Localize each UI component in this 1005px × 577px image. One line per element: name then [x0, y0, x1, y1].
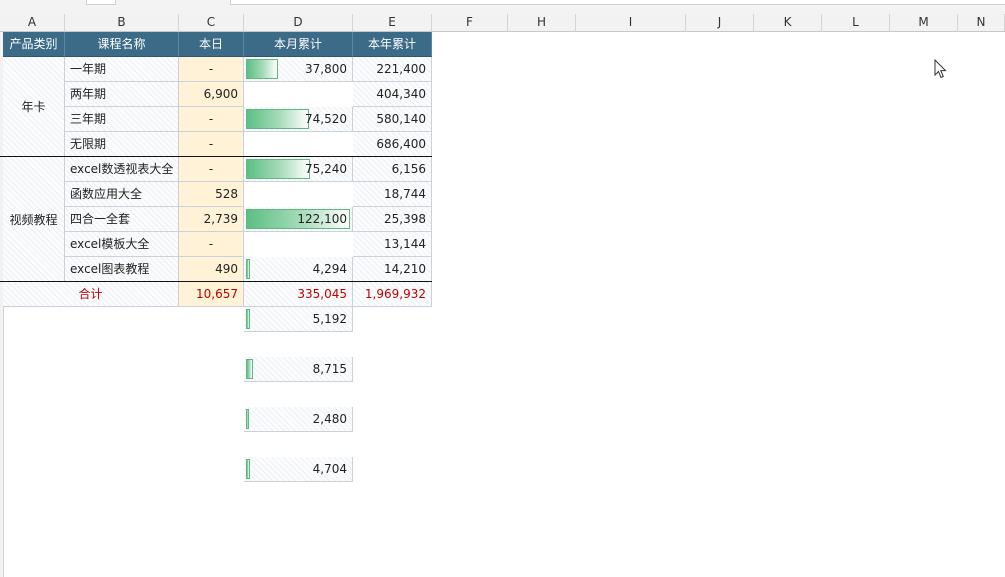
month-total-cell[interactable]: 4,294	[244, 257, 353, 282]
data-bar	[246, 159, 310, 179]
year-total-cell[interactable]: 6,156	[353, 157, 432, 182]
today-cell[interactable]: -	[179, 157, 244, 182]
today-cell[interactable]: 6,900	[179, 82, 244, 107]
month-total-value: 37,800	[305, 62, 347, 76]
header-course[interactable]: 课程名称	[65, 32, 179, 57]
year-total-cell[interactable]: 404,340	[353, 82, 432, 107]
month-total-value: 4,294	[312, 262, 347, 276]
total-month[interactable]: 335,045	[244, 282, 353, 307]
column-header-f[interactable]: F	[432, 14, 508, 32]
month-total-value: 75,240	[305, 162, 347, 176]
month-total-cell[interactable]: 122,100	[244, 207, 353, 232]
data-bar	[246, 309, 250, 329]
column-header-b[interactable]: B	[65, 14, 179, 32]
column-header-a[interactable]: A	[0, 14, 65, 32]
column-header-k[interactable]: K	[754, 14, 822, 32]
today-cell[interactable]: 2,739	[179, 207, 244, 232]
column-header-j[interactable]: J	[686, 14, 754, 32]
year-total-cell[interactable]: 13,144	[353, 232, 432, 257]
month-total-cell[interactable]: 74,520	[244, 107, 353, 132]
today-cell[interactable]: -	[179, 232, 244, 257]
month-total-value: 122,100	[297, 212, 347, 226]
total-year[interactable]: 1,969,932	[353, 282, 432, 307]
formula-area[interactable]	[230, 0, 1005, 5]
data-bar	[246, 259, 250, 279]
month-total-value: 4,704	[312, 462, 347, 476]
month-total-value: 2,480	[312, 412, 347, 426]
today-cell[interactable]: -	[179, 132, 244, 157]
month-total-cell[interactable]: 5,192	[244, 307, 353, 332]
month-total-value: 8,715	[312, 362, 347, 376]
group-cell-video-course[interactable]: 视频教程	[3, 157, 65, 282]
header-month-total[interactable]: 本月累计	[244, 32, 353, 57]
top-toolbar-strip	[0, 0, 1005, 15]
today-cell[interactable]: 490	[179, 257, 244, 282]
total-today[interactable]: 10,657	[179, 282, 244, 307]
year-total-cell[interactable]: 221,400	[353, 57, 432, 82]
data-bar	[246, 459, 250, 479]
course-name-cell[interactable]: 两年期	[65, 82, 179, 107]
course-name-cell[interactable]: excel模板大全	[65, 232, 179, 257]
year-total-cell[interactable]: 686,400	[353, 132, 432, 157]
column-header-e[interactable]: E	[353, 14, 432, 32]
year-total-cell[interactable]: 18,744	[353, 182, 432, 207]
data-bar	[246, 109, 309, 129]
today-cell[interactable]: -	[179, 107, 244, 132]
course-name-cell[interactable]: excel图表教程	[65, 257, 179, 282]
month-total-value: 5,192	[312, 312, 347, 326]
header-today[interactable]: 本日	[179, 32, 244, 57]
month-total-cell[interactable]: 37,800	[244, 57, 353, 82]
course-name-cell[interactable]: 一年期	[65, 57, 179, 82]
group-cell-annual-card[interactable]: 年卡	[3, 57, 65, 157]
course-name-cell[interactable]: 四合一全套	[65, 207, 179, 232]
year-total-cell[interactable]: 25,398	[353, 207, 432, 232]
month-total-cell[interactable]: 8,715	[244, 357, 353, 382]
column-header-m[interactable]: M	[890, 14, 958, 32]
column-header-c[interactable]: C	[179, 14, 244, 32]
course-name-cell[interactable]: 无限期	[65, 132, 179, 157]
month-total-value: 74,520	[305, 112, 347, 126]
year-total-cell[interactable]: 14,210	[353, 257, 432, 282]
header-category[interactable]: 产品类别	[3, 32, 65, 57]
data-bar	[246, 59, 278, 79]
mouse-pointer-icon	[934, 59, 947, 79]
column-header-i[interactable]: I	[576, 14, 686, 32]
course-name-cell[interactable]: 函数应用大全	[65, 182, 179, 207]
column-header-h[interactable]: H	[508, 14, 576, 32]
header-year-total[interactable]: 本年累计	[353, 32, 432, 57]
year-total-cell[interactable]: 580,140	[353, 107, 432, 132]
column-header-n[interactable]: N	[958, 14, 1005, 32]
course-name-cell[interactable]: 三年期	[65, 107, 179, 132]
today-cell[interactable]: 528	[179, 182, 244, 207]
data-bar	[246, 409, 249, 429]
month-total-cell[interactable]: 2,480	[244, 407, 353, 432]
today-cell[interactable]: -	[179, 57, 244, 82]
month-total-cell[interactable]: 4,704	[244, 457, 353, 482]
total-separator-line	[0, 281, 432, 282]
month-total-cell[interactable]: 75,240	[244, 157, 353, 182]
sheet-tab[interactable]	[86, 0, 116, 5]
group-separator-line	[0, 156, 432, 157]
course-name-cell[interactable]: excel数透视表大全	[65, 157, 179, 182]
column-header-l[interactable]: L	[822, 14, 890, 32]
column-header-d[interactable]: D	[244, 14, 353, 32]
data-bar	[246, 359, 253, 379]
total-label[interactable]: 合计	[3, 282, 179, 307]
